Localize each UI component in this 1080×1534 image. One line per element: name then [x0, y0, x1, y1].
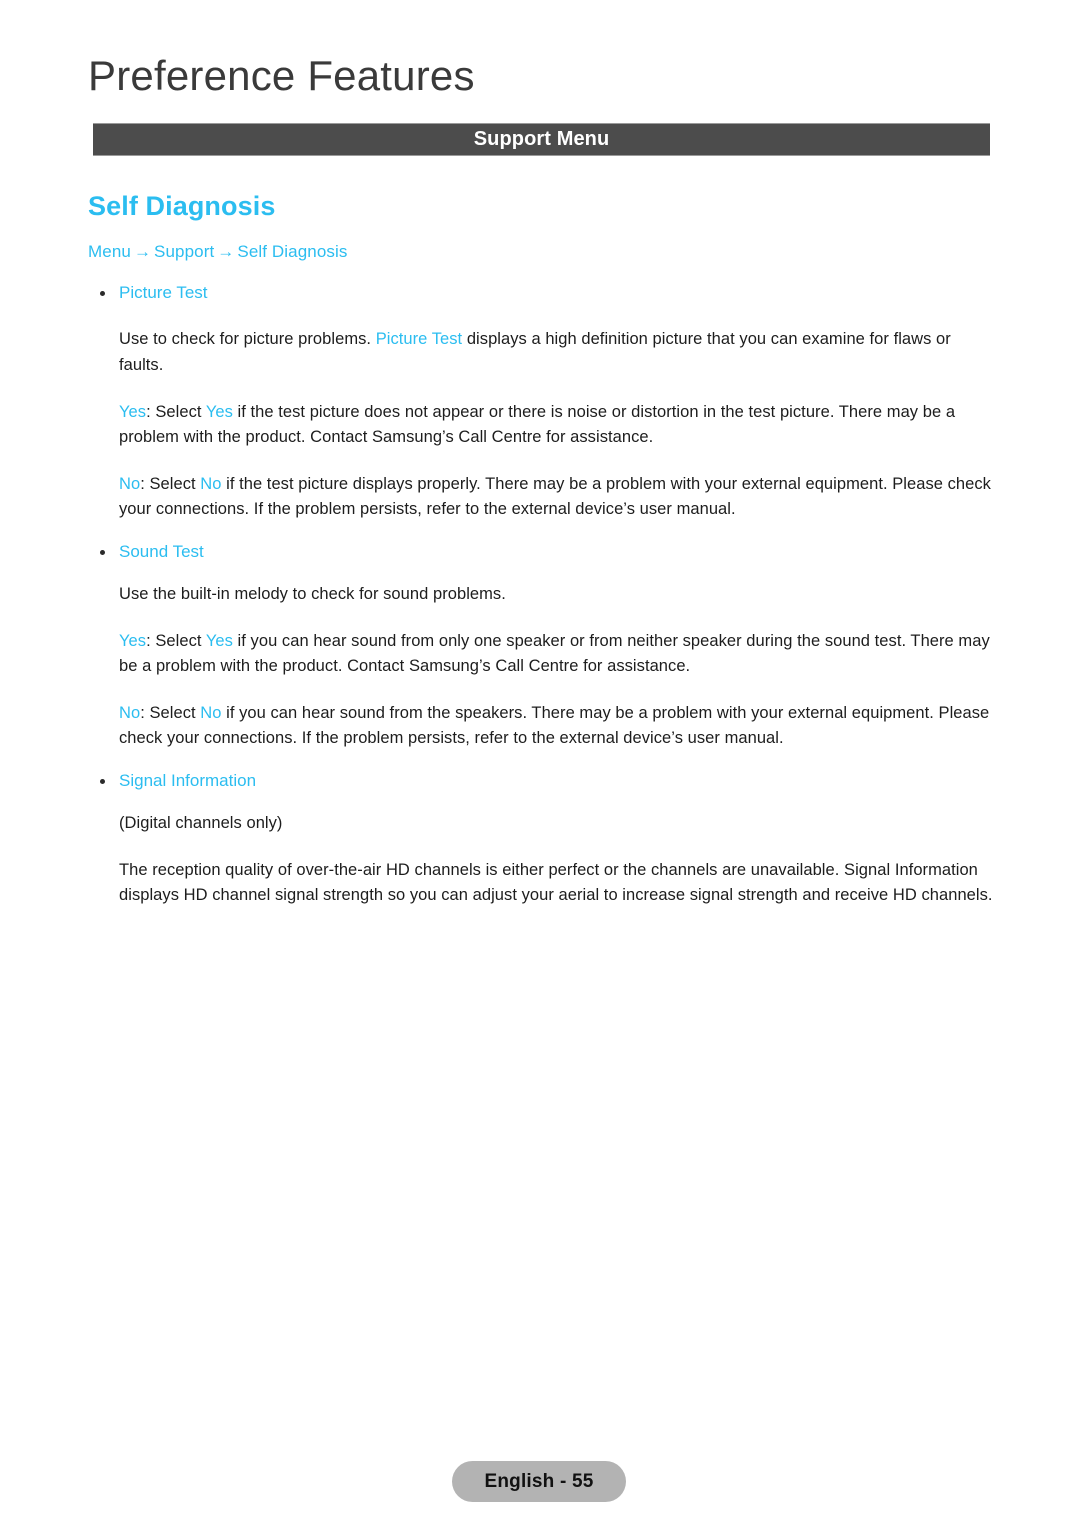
page-footer-badge: English - 55 — [452, 1461, 626, 1502]
text-fragment: : Select — [146, 631, 206, 650]
page-footer-label: English - 55 — [484, 1470, 594, 1492]
inline-highlight-yes: Yes — [205, 402, 233, 421]
text-fragment: : Select — [140, 474, 201, 493]
bullet-label: Picture Test — [119, 283, 208, 303]
paragraph-picture-test-no: No: Select No if the test picture displa… — [88, 472, 994, 522]
page-title: Preference Features — [88, 52, 475, 99]
arrow-right-icon: → — [217, 242, 235, 262]
paragraph-signal-information-body: The reception quality of over-the-air HD… — [119, 861, 993, 905]
paragraph-sound-test-intro: Use the built-in melody to check for sou… — [119, 584, 506, 603]
inline-highlight-no: No — [119, 704, 141, 723]
inline-highlight-no: No — [119, 474, 141, 493]
bullet-item-signal-information: Signal Information — [88, 770, 994, 793]
inline-highlight-yes: Yes — [119, 402, 147, 421]
text-fragment: Use to check for picture problems. — [119, 330, 376, 349]
breadcrumb-item-menu: Menu — [88, 242, 131, 262]
text-fragment: : Select — [140, 704, 201, 723]
topic-heading: Self Diagnosis — [88, 191, 276, 221]
text-fragment: if the test picture displays properly. T… — [119, 474, 991, 518]
paragraph-signal-information-note: (Digital channels only) — [119, 814, 283, 833]
paragraph-sound-test-no: No: Select No if you can hear sound from… — [88, 701, 994, 751]
text-fragment: : Select — [146, 402, 206, 421]
bullet-dot-icon — [100, 779, 105, 785]
inline-highlight-picture-test: Picture Test — [375, 330, 463, 349]
bullet-dot-icon — [100, 291, 105, 297]
bullet-item-sound-test: Sound Test — [88, 541, 994, 564]
paragraph-sound-test-yes: Yes: Select Yes if you can hear sound fr… — [88, 629, 994, 679]
bullet-label: Signal Information — [119, 771, 257, 791]
arrow-right-icon: → — [133, 242, 152, 262]
bullet-dot-icon — [100, 549, 105, 555]
section-band: Support Menu — [93, 123, 990, 156]
bullet-label: Sound Test — [119, 541, 204, 561]
text-fragment: if you can hear sound from the speakers.… — [119, 704, 990, 748]
inline-highlight-yes: Yes — [119, 631, 147, 650]
paragraph-picture-test-intro: Use to check for picture problems. Pictu… — [88, 327, 994, 377]
inline-highlight-no: No — [200, 474, 222, 493]
breadcrumb-item-self-diagnosis: Self Diagnosis — [237, 242, 348, 262]
inline-highlight-yes: Yes — [205, 631, 233, 650]
paragraph-picture-test-yes: Yes: Select Yes if the test picture does… — [88, 400, 994, 450]
breadcrumb-item-support: Support — [154, 242, 215, 262]
inline-highlight-no: No — [200, 704, 222, 723]
breadcrumb: Menu → Support → Self Diagnosis — [88, 241, 994, 263]
text-fragment: if the test picture does not appear or t… — [119, 402, 956, 446]
text-fragment: if you can hear sound from only one spea… — [119, 631, 990, 675]
content-column: Self Diagnosis Menu → Support → Self Diagnos… — [88, 190, 994, 908]
bullet-item-picture-test: Picture Test — [88, 282, 994, 305]
section-band-label: Support Menu — [473, 128, 610, 150]
